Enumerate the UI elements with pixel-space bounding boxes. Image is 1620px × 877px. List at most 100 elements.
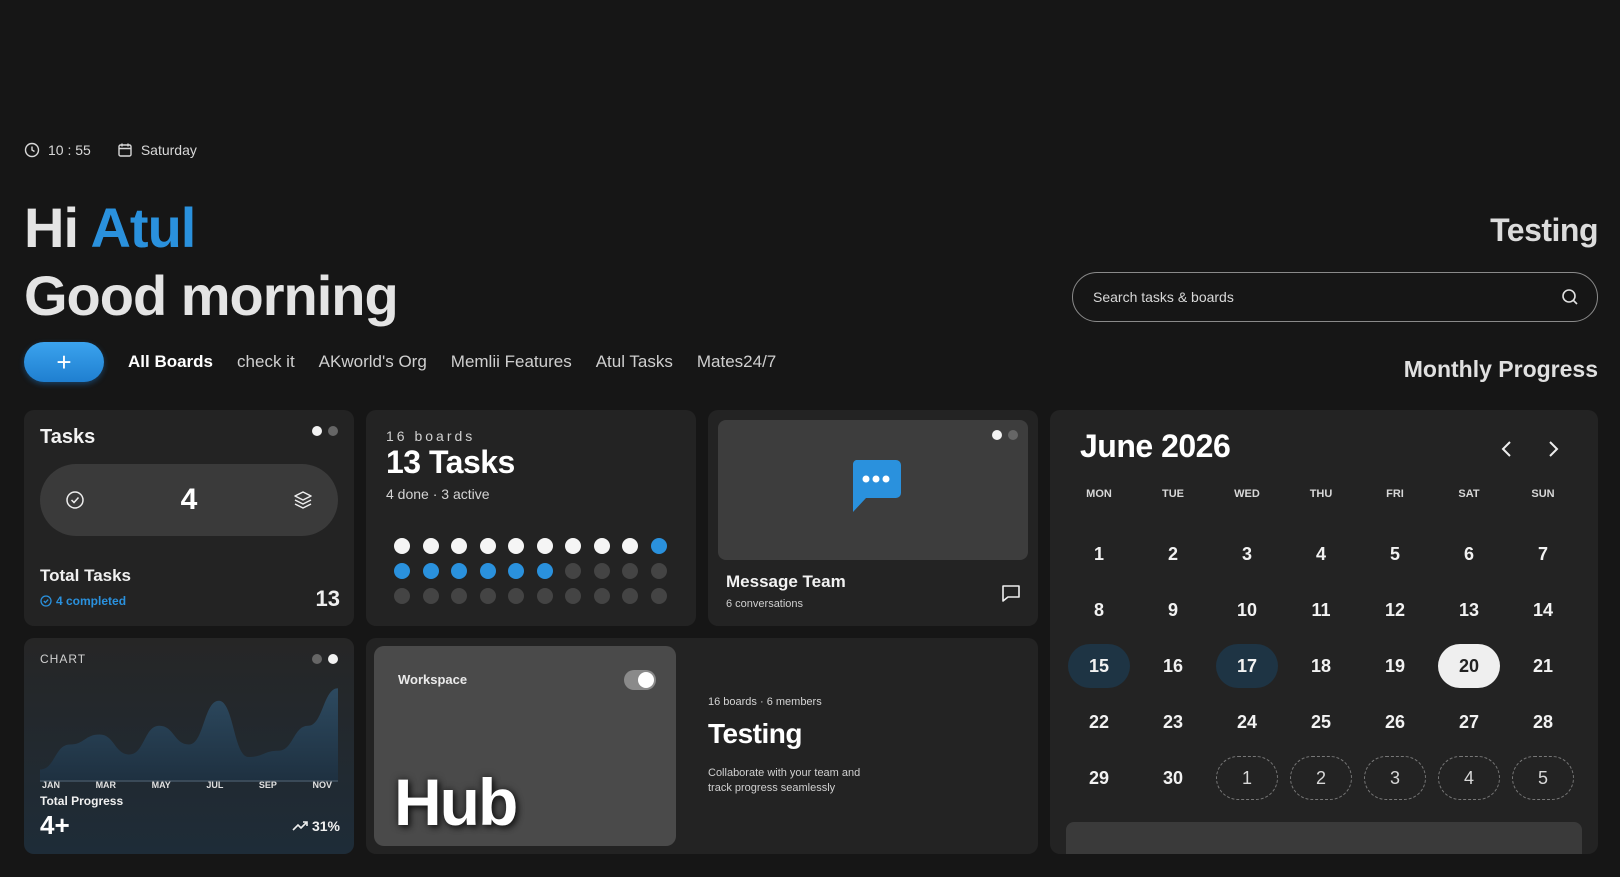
task-dot [593,538,610,554]
search-placeholder: Search tasks & boards [1093,289,1234,305]
weekday-label: SAT [1458,488,1480,500]
workspace-title: Testing [708,718,802,749]
calendar-day[interactable]: 2 [1290,756,1352,800]
calendar-day[interactable]: 3 [1364,756,1426,800]
calendar-day[interactable]: 5 [1364,532,1426,576]
calendar-day[interactable]: 29 [1068,756,1130,800]
tab-atul-tasks[interactable]: Atul Tasks [596,352,673,372]
calendar-day[interactable]: 28 [1512,700,1574,744]
tab-all-boards[interactable]: All Boards [128,352,213,372]
layers-icon[interactable] [292,489,314,511]
task-dot [565,588,581,604]
weekday-label: FRI [1386,488,1404,500]
carousel-dots[interactable] [992,430,1018,440]
calendar-day[interactable]: 10 [1216,588,1278,632]
task-dot [650,563,667,579]
tasks-card[interactable]: Tasks 4 Total Tasks 4 completed 13 [24,410,354,626]
task-dot [394,538,410,554]
search-icon[interactable] [1561,288,1579,306]
carousel-dots[interactable] [312,654,338,664]
search-input[interactable]: Search tasks & boards [1072,272,1598,322]
calendar-day[interactable]: 26 [1364,700,1426,744]
calendar-day[interactable]: 7 [1512,532,1574,576]
calendar-footer-panel [1066,822,1582,854]
month-tick-label: MAY [151,780,171,790]
calendar-day[interactable]: 15 [1068,644,1130,688]
weekday-label: WED [1234,488,1260,500]
add-board-button[interactable]: + [24,342,104,382]
calendar-day[interactable]: 2 [1142,532,1204,576]
chevron-left-icon[interactable] [1496,438,1518,460]
calendar-day[interactable]: 16 [1142,644,1204,688]
topbar: 10 : 55 Saturday [24,142,197,158]
tab-mates247[interactable]: Mates24/7 [697,352,776,372]
calendar-day[interactable]: 30 [1142,756,1204,800]
calendar-day[interactable]: 20 [1438,644,1500,688]
carousel-dot[interactable] [1008,430,1018,440]
carousel-dot[interactable] [328,654,338,664]
calendar-day[interactable]: 6 [1438,532,1500,576]
task-dot [451,563,467,579]
workspace-card[interactable]: Workspace Hub 16 boards · 6 members Test… [366,638,1038,854]
month-tick-label: NOV [312,780,332,790]
calendar-day[interactable]: 17 [1216,644,1278,688]
tab-akworld-org[interactable]: AKworld's Org [319,352,427,372]
boards-summary-card[interactable]: 16 boards 13 Tasks 4 done · 3 active [366,410,696,626]
calendar-grid: MON TUE WED THU FRI SAT SUN 1 2 3 4 5 6 7 8 9 10 11 12 13 14… [1068,488,1574,800]
task-dot [422,563,439,579]
carousel-dot[interactable] [312,426,322,436]
carousel-dot[interactable] [992,430,1002,440]
chat-icon[interactable] [1000,582,1022,604]
completed-text: 4 completed [56,594,127,608]
chart-month-labels: JAN MAR MAY JUL SEP NOV [42,780,332,790]
calendar-day[interactable]: 18 [1290,644,1352,688]
clock-indicator: 10 : 55 [24,142,91,158]
calendar-day[interactable]: 1 [1068,532,1130,576]
carousel-dot[interactable] [312,654,322,664]
board-tabs: + All Boards check it AKworld's Org Meml… [24,342,776,382]
calendar-day[interactable]: 5 [1512,756,1574,800]
calendar-day[interactable]: 1 [1216,756,1278,800]
task-dot [622,538,638,554]
calendar-day[interactable]: 23 [1142,700,1204,744]
calendar-day[interactable]: 3 [1216,532,1278,576]
conversation-count: 6 conversations [726,598,804,610]
calendar-day[interactable]: 4 [1290,532,1352,576]
calendar-day[interactable]: 22 [1068,700,1130,744]
chart-card[interactable]: CHART JAN MAR MAY JUL SEP NOV Total Progress … [24,638,354,854]
calendar-day[interactable]: 4 [1438,756,1500,800]
task-dot [508,538,524,554]
carousel-dots[interactable] [312,426,338,436]
check-circle-icon[interactable] [64,489,86,511]
month-tick-label: MAR [95,780,117,790]
calendar-day[interactable]: 21 [1512,644,1574,688]
calendar-day[interactable]: 8 [1068,588,1130,632]
tab-memlii-features[interactable]: Memlii Features [451,352,572,372]
calendar-day[interactable]: 24 [1216,700,1278,744]
task-dot [394,588,410,604]
tab-check-it[interactable]: check it [237,352,295,372]
tasks-count: 4 [180,483,198,516]
task-dot [622,563,638,579]
progress-area-chart [40,688,338,782]
total-progress-value: 4+ [40,810,70,840]
calendar-day[interactable]: 12 [1364,588,1426,632]
calendar-day[interactable]: 27 [1438,700,1500,744]
task-dot [536,563,553,579]
month-tick-label: SEP [258,780,277,790]
calendar-day[interactable]: 14 [1512,588,1574,632]
time-text: 10 : 55 [48,142,91,158]
calendar-day[interactable]: 11 [1290,588,1352,632]
carousel-dot[interactable] [328,426,338,436]
day-indicator: Saturday [117,142,197,158]
calendar-day[interactable]: 9 [1142,588,1204,632]
calendar-day[interactable]: 19 [1364,644,1426,688]
calendar-day[interactable]: 25 [1290,700,1352,744]
task-dot [479,588,496,604]
chevron-right-icon[interactable] [1542,438,1564,460]
workspace-toggle[interactable] [624,670,656,690]
task-dot [650,588,667,604]
message-team-card[interactable]: Message Team 6 conversations [708,410,1038,626]
monthly-progress-label: Monthly Progress [1403,356,1598,382]
calendar-day[interactable]: 13 [1438,588,1500,632]
